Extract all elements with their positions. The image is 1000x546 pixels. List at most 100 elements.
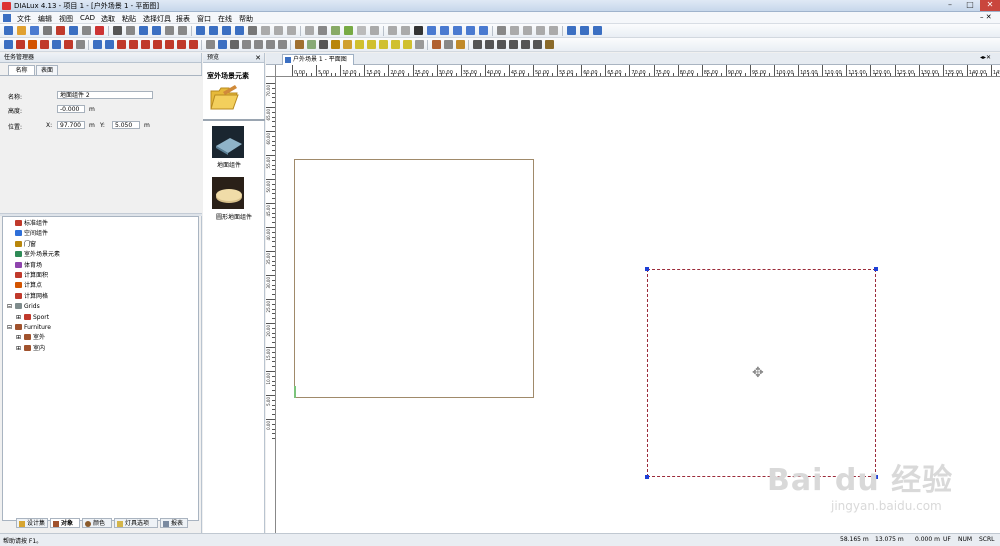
tree-item[interactable]: 计算面积 (7, 271, 48, 281)
tab-outdoor-scene-plan[interactable]: 户外场景 1 - 平面图 (282, 54, 354, 65)
selection-handle-tr[interactable] (874, 267, 878, 271)
toolbar-button-icon[interactable] (196, 26, 205, 35)
toolbar-button-icon[interactable] (497, 26, 506, 35)
toolbar-button-icon[interactable] (76, 40, 85, 49)
toolbar-button-icon[interactable] (56, 26, 65, 35)
toolbar-button-icon[interactable] (287, 26, 296, 35)
toolbar-button-icon[interactable] (152, 26, 161, 35)
tree-expander-icon[interactable]: ⊞ (16, 313, 24, 323)
toolbar-button-icon[interactable] (523, 26, 532, 35)
toolbar-button-icon[interactable] (165, 40, 174, 49)
outdoor-scene-boundary[interactable] (294, 159, 534, 398)
menu-online[interactable]: 在线 (218, 14, 232, 24)
tab-guide[interactable]: 设计集 (16, 518, 48, 528)
toolbar-button-icon[interactable] (343, 40, 352, 49)
y-position-field[interactable]: 5.050 (112, 121, 140, 129)
toolbar-button-icon[interactable] (165, 26, 174, 35)
preview-close-icon[interactable]: ✕ (255, 53, 261, 63)
toolbar-button-icon[interactable] (370, 26, 379, 35)
toolbar-button-icon[interactable] (456, 40, 465, 49)
tab-luminaire-selection[interactable]: 灯具选项 (114, 518, 158, 528)
toolbar-button-icon[interactable] (379, 40, 388, 49)
toolbar-button-icon[interactable] (305, 26, 314, 35)
toolbar-button-icon[interactable] (30, 26, 39, 35)
menu-edit[interactable]: 编辑 (38, 14, 52, 24)
tree-item[interactable]: ⊟ Grids (7, 302, 40, 312)
tree-item[interactable]: ⊟ Furniture (7, 323, 51, 333)
tree-item[interactable]: 体育场 (7, 261, 42, 271)
tab-scroll-icon[interactable]: ◂▸✕ (980, 54, 991, 61)
height-field[interactable]: -0.000 (57, 105, 85, 113)
toolbar-button-icon[interactable] (274, 26, 283, 35)
tree-item[interactable]: 空间组件 (7, 229, 48, 239)
toolbar-button-icon[interactable] (139, 26, 148, 35)
toolbar-button-icon[interactable] (64, 40, 73, 49)
minimize-icon[interactable]: – (940, 0, 960, 11)
toolbar-button-icon[interactable] (95, 26, 104, 35)
toolbar-button-icon[interactable] (415, 40, 424, 49)
tree-item[interactable]: ⊞ Sport (16, 313, 49, 323)
menu-select-luminaire[interactable]: 选择灯具 (143, 14, 171, 24)
close-icon[interactable]: ✕ (980, 0, 1000, 11)
toolbar-button-icon[interactable] (117, 40, 126, 49)
menu-cad[interactable]: CAD (80, 14, 95, 22)
toolbar-button-icon[interactable] (344, 26, 353, 35)
tree-item[interactable]: 室外场景元素 (7, 250, 60, 260)
toolbar-button-icon[interactable] (401, 26, 410, 35)
tab-surfaces[interactable]: 表面 (36, 65, 58, 75)
toolbar-button-icon[interactable] (485, 40, 494, 49)
toolbar-button-icon[interactable] (533, 40, 542, 49)
toolbar-button-icon[interactable] (593, 26, 602, 35)
toolbar-button-icon[interactable] (432, 40, 441, 49)
toolbar-button-icon[interactable] (440, 26, 449, 35)
menu-view[interactable]: 视图 (59, 14, 73, 24)
toolbar-button-icon[interactable] (355, 40, 364, 49)
toolbar-button-icon[interactable] (266, 40, 275, 49)
selection-handle-bl[interactable] (645, 475, 649, 479)
tree-item[interactable]: ⊞ 室内 (16, 344, 45, 354)
maximize-icon[interactable]: □ (960, 0, 980, 11)
mdi-controls[interactable]: – ✕ (980, 13, 992, 21)
toolbar-button-icon[interactable] (403, 40, 412, 49)
toolbar-button-icon[interactable] (254, 40, 263, 49)
menu-select[interactable]: 选取 (101, 14, 115, 24)
toolbar-button-icon[interactable] (189, 40, 198, 49)
toolbar-button-icon[interactable] (82, 26, 91, 35)
menu-reports[interactable]: 报表 (176, 14, 190, 24)
toolbar-button-icon[interactable] (261, 26, 270, 35)
tree-item[interactable]: 门窗 (7, 240, 36, 250)
toolbar-button-icon[interactable] (209, 26, 218, 35)
toolbar-button-icon[interactable] (509, 40, 518, 49)
toolbar-button-icon[interactable] (113, 26, 122, 35)
toolbar-button-icon[interactable] (453, 26, 462, 35)
toolbar-button-icon[interactable] (536, 26, 545, 35)
toolbar-button-icon[interactable] (567, 26, 576, 35)
toolbar-button-icon[interactable] (242, 40, 251, 49)
tab-colors[interactable]: 颜色 (82, 518, 112, 528)
toolbar-button-icon[interactable] (126, 26, 135, 35)
tree-item[interactable]: ⊞ 室外 (16, 333, 45, 343)
tree-expander-icon[interactable]: ⊟ (7, 323, 15, 333)
toolbar-button-icon[interactable] (295, 40, 304, 49)
round-ground-element-thumbnail[interactable] (212, 177, 244, 209)
tab-objects[interactable]: 对象 (50, 518, 80, 528)
toolbar-button-icon[interactable] (388, 26, 397, 35)
toolbar-button-icon[interactable] (318, 26, 327, 35)
toolbar-button-icon[interactable] (218, 40, 227, 49)
toolbar-button-icon[interactable] (4, 40, 13, 49)
toolbar-button-icon[interactable] (319, 40, 328, 49)
toolbar-button-icon[interactable] (52, 40, 61, 49)
toolbar-button-icon[interactable] (545, 40, 554, 49)
toolbar-button-icon[interactable] (391, 40, 400, 49)
toolbar-button-icon[interactable] (521, 40, 530, 49)
toolbar-button-icon[interactable] (129, 40, 138, 49)
toolbar-button-icon[interactable] (414, 26, 423, 35)
menu-paste[interactable]: 粘贴 (122, 14, 136, 24)
tree-expander-icon[interactable]: ⊞ (16, 333, 24, 343)
toolbar-button-icon[interactable] (17, 26, 26, 35)
toolbar-button-icon[interactable] (177, 40, 186, 49)
toolbar-button-icon[interactable] (235, 26, 244, 35)
menu-help[interactable]: 帮助 (239, 14, 253, 24)
toolbar-button-icon[interactable] (69, 26, 78, 35)
toolbar-button-icon[interactable] (105, 40, 114, 49)
